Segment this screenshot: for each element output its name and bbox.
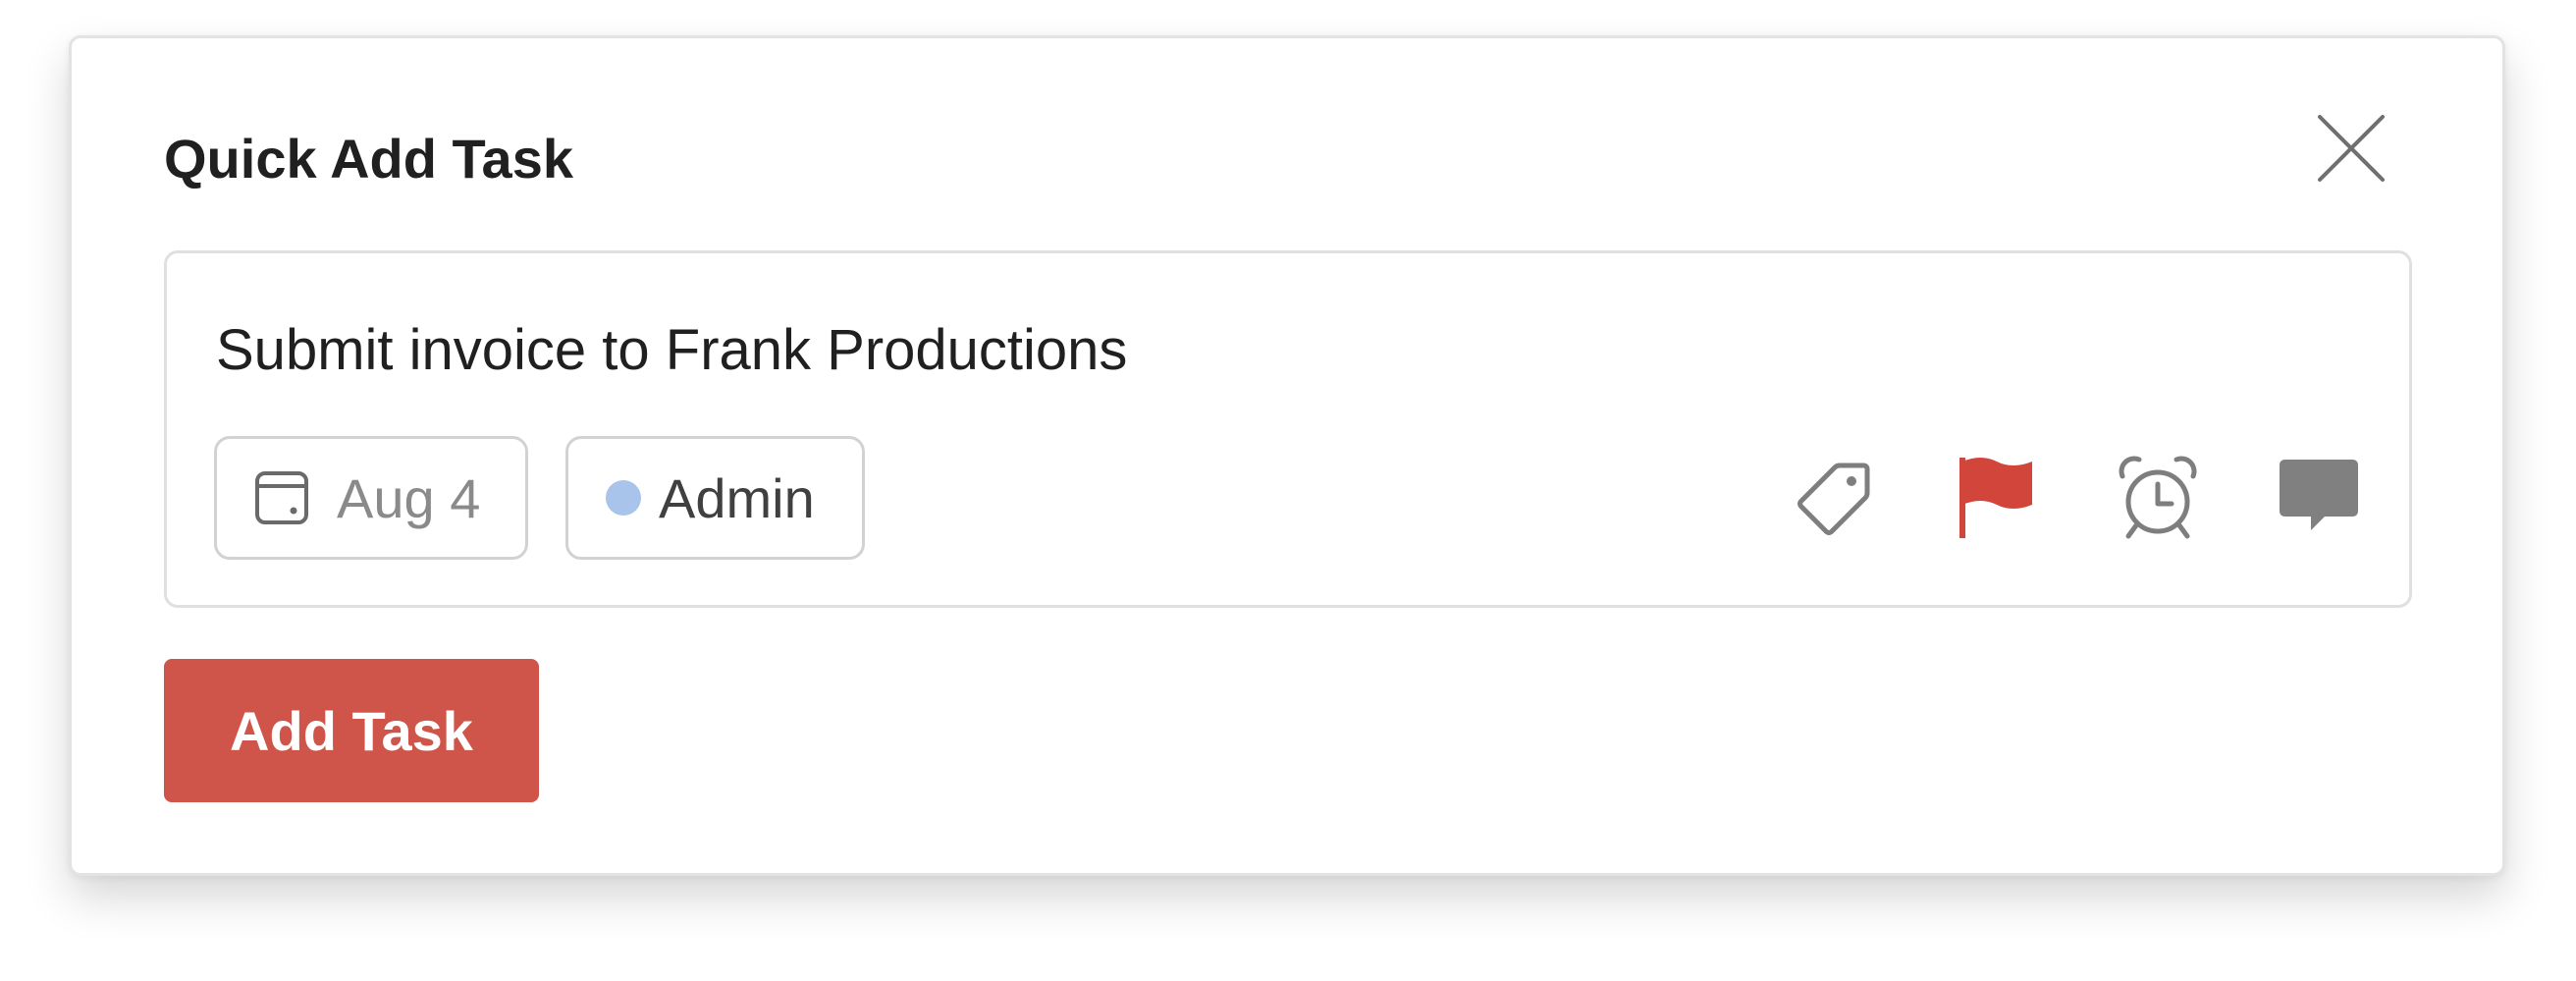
reminder-button[interactable] bbox=[2111, 450, 2205, 544]
label-button[interactable] bbox=[1787, 450, 1881, 544]
close-icon bbox=[2318, 115, 2385, 182]
tag-icon bbox=[1798, 463, 1870, 535]
add-task-button[interactable]: Add Task bbox=[164, 659, 539, 802]
project-button[interactable]: Admin bbox=[565, 436, 865, 560]
priority-button[interactable] bbox=[1950, 450, 2044, 544]
due-date-label: Aug 4 bbox=[337, 466, 481, 529]
comment-icon bbox=[2280, 460, 2358, 530]
close-button[interactable] bbox=[2312, 109, 2390, 188]
project-color-dot bbox=[606, 480, 641, 516]
calendar-icon bbox=[254, 470, 309, 525]
task-editor: Aug 4 Admin bbox=[164, 250, 2412, 608]
task-content-input[interactable] bbox=[216, 310, 2081, 389]
due-date-button[interactable]: Aug 4 bbox=[214, 436, 528, 560]
dialog-title: Quick Add Task bbox=[164, 128, 573, 190]
quick-add-dialog: Quick Add Task Aug 4 Admin bbox=[69, 35, 2505, 876]
comment-button[interactable] bbox=[2272, 450, 2366, 544]
alarm-clock-icon bbox=[2119, 456, 2197, 539]
project-label: Admin bbox=[659, 466, 815, 529]
flag-icon bbox=[1959, 458, 2032, 538]
